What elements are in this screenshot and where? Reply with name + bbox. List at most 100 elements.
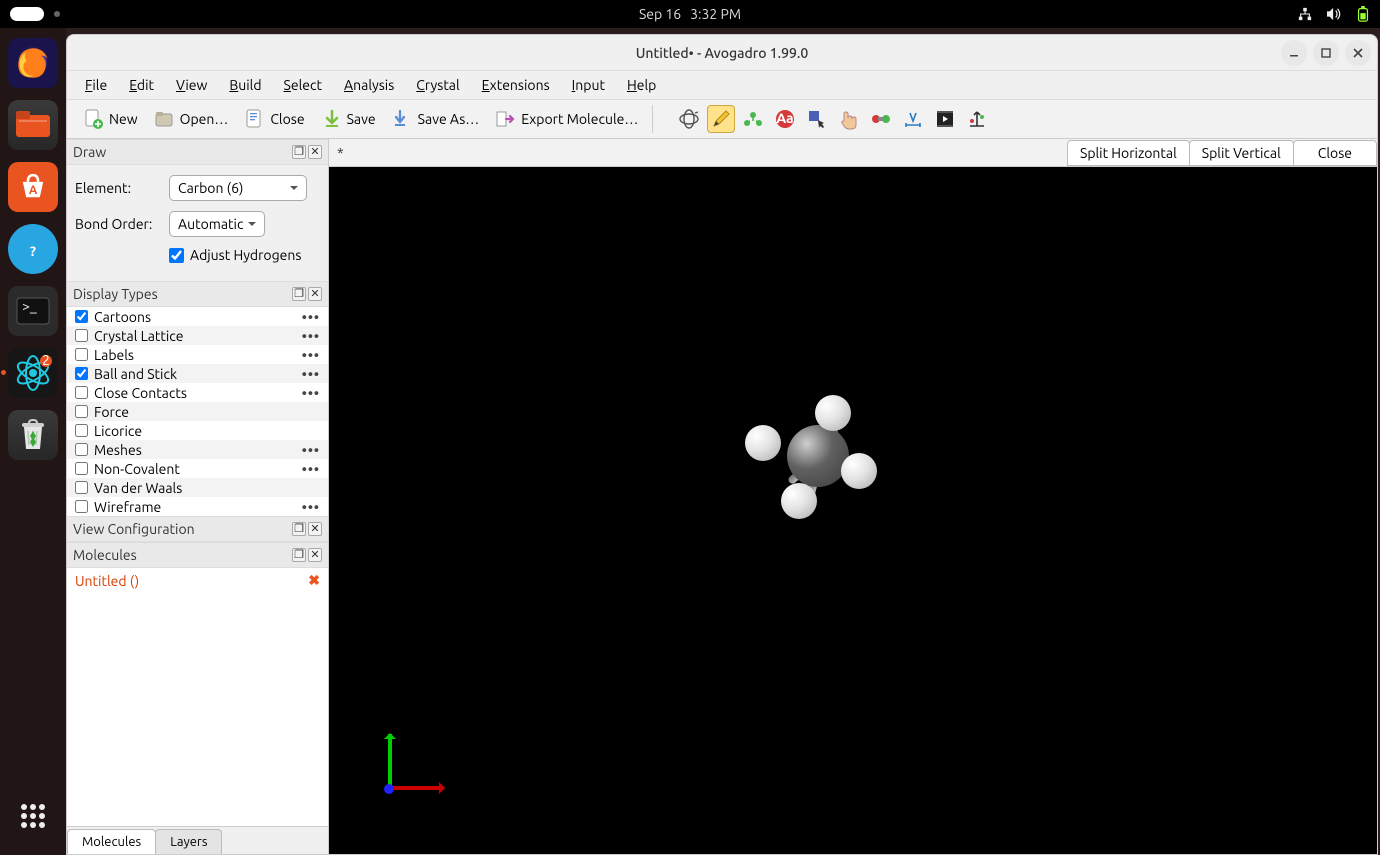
display-type-checkbox[interactable] <box>75 310 88 323</box>
display-type-label: Cartoons <box>94 309 151 325</box>
display-type-row[interactable]: Close Contacts••• <box>67 383 328 402</box>
tool-label[interactable]: Aa <box>771 105 799 133</box>
tool-draw[interactable] <box>707 105 735 133</box>
molecule-item[interactable]: Untitled () ✖ <box>75 572 320 589</box>
export-button[interactable]: Export Molecule… <box>489 104 644 134</box>
sidebar-tabs: Molecules Layers <box>67 826 328 854</box>
system-tray[interactable] <box>1298 6 1370 22</box>
draw-close-button[interactable]: ✕ <box>308 145 322 159</box>
view-config-header[interactable]: View Configuration ❐✕ <box>67 516 328 542</box>
dock-trash[interactable] <box>8 410 58 460</box>
menubar: File Edit View Build Select Analysis Cry… <box>67 71 1377 99</box>
display-type-options[interactable]: ••• <box>302 499 320 515</box>
viewcfg-float-button[interactable]: ❐ <box>292 522 306 536</box>
hydrogen-atom <box>781 483 817 519</box>
display-type-options[interactable]: ••• <box>302 309 320 325</box>
minimize-button[interactable] <box>1281 40 1307 66</box>
display-type-checkbox[interactable] <box>75 367 88 380</box>
display-type-options[interactable]: ••• <box>302 385 320 401</box>
draw-float-button[interactable]: ❐ <box>292 145 306 159</box>
display-type-row[interactable]: Cartoons ••• <box>67 307 328 326</box>
display-type-row[interactable]: Meshes••• <box>67 440 328 459</box>
draw-panel-header[interactable]: Draw ❐✕ <box>67 139 328 165</box>
tool-select[interactable] <box>803 105 831 133</box>
adjust-hydrogens-checkbox[interactable] <box>169 248 184 263</box>
display-type-options[interactable]: ••• <box>302 347 320 363</box>
clock[interactable]: Sep 16 3:32 PM <box>639 6 741 22</box>
new-button[interactable]: New <box>77 104 144 134</box>
menu-select[interactable]: Select <box>276 74 330 96</box>
menu-crystal[interactable]: Crystal <box>408 74 467 96</box>
viewcfg-close-button[interactable]: ✕ <box>308 522 322 536</box>
tab-molecules[interactable]: Molecules <box>67 829 156 854</box>
tool-animation[interactable] <box>931 105 959 133</box>
display-type-row[interactable]: Ball and Stick••• <box>67 364 328 383</box>
display-type-checkbox[interactable] <box>75 348 88 361</box>
close-view-button[interactable]: Close <box>1293 140 1377 166</box>
menu-help[interactable]: Help <box>619 74 664 96</box>
display-type-row[interactable]: Labels••• <box>67 345 328 364</box>
dock-terminal[interactable]: >_ <box>8 286 58 336</box>
display-type-checkbox[interactable] <box>75 405 88 418</box>
display-type-row[interactable]: Crystal Lattice••• <box>67 326 328 345</box>
carbon-atom <box>787 425 849 487</box>
menu-analysis[interactable]: Analysis <box>336 74 402 96</box>
split-horizontal-button[interactable]: Split Horizontal <box>1067 140 1190 166</box>
display-close-button[interactable]: ✕ <box>308 287 322 301</box>
display-type-checkbox[interactable] <box>75 329 88 342</box>
display-type-checkbox[interactable] <box>75 443 88 456</box>
activities-pill[interactable] <box>10 7 44 21</box>
display-type-checkbox[interactable] <box>75 386 88 399</box>
display-type-options[interactable]: ••• <box>302 328 320 344</box>
menu-file[interactable]: File <box>77 74 115 96</box>
dock-files[interactable] <box>8 100 58 150</box>
tool-align[interactable] <box>963 105 991 133</box>
dock-avogadro[interactable]: 2 <box>8 348 58 398</box>
menu-build[interactable]: Build <box>221 74 269 96</box>
display-type-checkbox[interactable] <box>75 481 88 494</box>
open-button[interactable]: Open… <box>148 104 235 134</box>
molecules-close-button[interactable]: ✕ <box>308 548 322 562</box>
tool-bond[interactable] <box>867 105 895 133</box>
save-as-button[interactable]: Save As… <box>386 104 486 134</box>
hydrogen-atom <box>745 425 781 461</box>
display-types-header[interactable]: Display Types ❐✕ <box>67 281 328 307</box>
close-button[interactable] <box>1345 40 1371 66</box>
display-type-checkbox[interactable] <box>75 500 88 513</box>
tool-manipulate[interactable] <box>835 105 863 133</box>
display-type-row[interactable]: Force <box>67 402 328 421</box>
display-type-checkbox[interactable] <box>75 424 88 437</box>
molecules-header[interactable]: Molecules ❐✕ <box>67 542 328 568</box>
tool-template[interactable] <box>739 105 767 133</box>
display-type-options[interactable]: ••• <box>302 442 320 458</box>
tab-layers[interactable]: Layers <box>155 829 222 854</box>
close-file-button[interactable]: Close <box>238 104 310 134</box>
dock-show-apps[interactable] <box>8 791 58 841</box>
dock-software[interactable]: A <box>8 162 58 212</box>
dock-help[interactable]: ? <box>8 224 58 274</box>
menu-input[interactable]: Input <box>564 74 613 96</box>
display-type-row[interactable]: Wireframe••• <box>67 497 328 516</box>
display-type-row[interactable]: Van der Waals <box>67 478 328 497</box>
menu-edit[interactable]: Edit <box>121 74 162 96</box>
maximize-button[interactable] <box>1313 40 1339 66</box>
menu-extensions[interactable]: Extensions <box>474 74 558 96</box>
titlebar[interactable]: Untitled• - Avogadro 1.99.0 <box>67 35 1377 71</box>
display-type-row[interactable]: Non-Covalent••• <box>67 459 328 478</box>
bond-order-select[interactable]: Automatic <box>169 211 265 237</box>
3d-viewport[interactable] <box>329 167 1377 854</box>
display-type-options[interactable]: ••• <box>302 366 320 382</box>
dock-firefox[interactable] <box>8 38 58 88</box>
molecule-remove-button[interactable]: ✖ <box>308 572 320 589</box>
display-float-button[interactable]: ❐ <box>292 287 306 301</box>
tool-measure[interactable] <box>899 105 927 133</box>
save-button[interactable]: Save <box>315 104 382 134</box>
display-type-row[interactable]: Licorice <box>67 421 328 440</box>
split-vertical-button[interactable]: Split Vertical <box>1189 140 1294 166</box>
menu-view[interactable]: View <box>168 74 215 96</box>
display-type-options[interactable]: ••• <box>302 461 320 477</box>
molecules-float-button[interactable]: ❐ <box>292 548 306 562</box>
display-type-checkbox[interactable] <box>75 462 88 475</box>
element-select[interactable]: Carbon (6) <box>169 175 307 201</box>
tool-navigate[interactable] <box>675 105 703 133</box>
